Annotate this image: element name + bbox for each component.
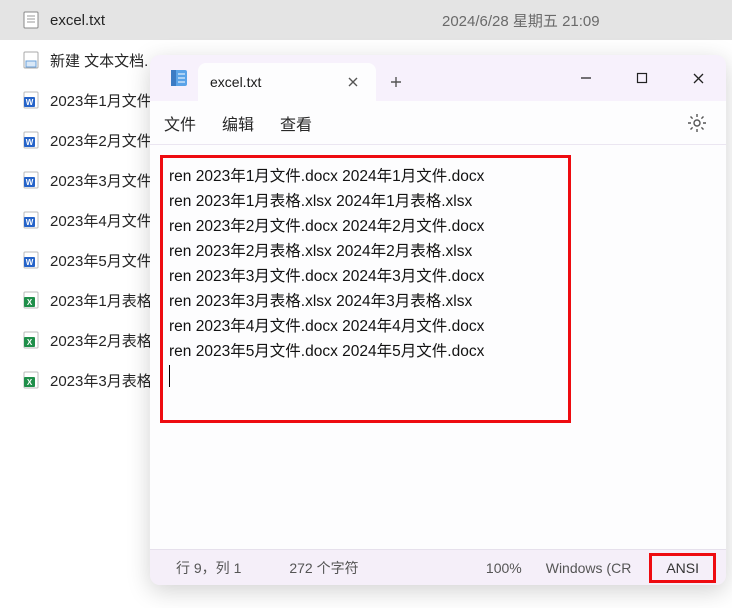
menu-file[interactable]: 文件 [164,111,196,135]
notepad-window: excel.txt 文件 编辑 查看 [150,55,726,585]
word-file-icon: W [22,250,40,270]
word-file-icon: W [22,170,40,190]
file-date: 2024/6/28 星期五 21:09 [442,10,732,31]
notepad-menubar: 文件 编辑 查看 [150,101,726,145]
svg-text:W: W [26,138,34,147]
status-encoding[interactable]: ANSI [649,553,716,583]
status-position: 行 9，列 1 [164,550,253,585]
svg-text:W: W [26,258,34,267]
notepad-titlebar[interactable]: excel.txt [150,55,726,101]
tab-close-button[interactable] [342,71,364,93]
status-zoom[interactable]: 100% [474,550,534,585]
editor-highlight-box: ren 2023年1月文件.docx 2024年1月文件.docx ren 20… [160,155,571,423]
svg-text:W: W [26,98,34,107]
new-tab-button[interactable] [376,63,416,101]
svg-text:X: X [27,378,33,387]
menu-edit[interactable]: 编辑 [222,111,254,135]
text-caret [169,365,170,387]
settings-button[interactable] [682,108,712,138]
word-file-icon: W [22,130,40,150]
svg-text:X: X [27,298,33,307]
close-button[interactable] [670,60,726,96]
excel-file-icon: X [22,290,40,310]
minimize-button[interactable] [558,60,614,96]
notepad-tab[interactable]: excel.txt [198,63,376,101]
new-file-icon [22,50,40,70]
notepad-app-icon [160,55,198,101]
notepad-body: ren 2023年1月文件.docx 2024年1月文件.docx ren 20… [150,145,726,549]
svg-text:W: W [26,178,34,187]
svg-text:W: W [26,218,34,227]
file-row[interactable]: excel.txt 2024/6/28 星期五 21:09 [0,0,732,40]
excel-file-icon: X [22,370,40,390]
tab-title: excel.txt [210,74,342,90]
word-file-icon: W [22,210,40,230]
gear-icon [687,113,707,133]
text-editor[interactable]: ren 2023年1月文件.docx 2024年1月文件.docx ren 20… [169,164,560,364]
excel-file-icon: X [22,330,40,350]
window-controls [558,55,726,101]
status-char-count: 272 个字符 [277,550,370,585]
txt-file-icon [22,10,40,30]
svg-text:X: X [27,338,33,347]
word-file-icon: W [22,90,40,110]
menu-view[interactable]: 查看 [280,111,312,135]
status-eol[interactable]: Windows (CR [534,550,644,585]
maximize-button[interactable] [614,60,670,96]
file-name: excel.txt [50,12,442,29]
notepad-statusbar: 行 9，列 1 272 个字符 100% Windows (CR ANSI [150,549,726,585]
